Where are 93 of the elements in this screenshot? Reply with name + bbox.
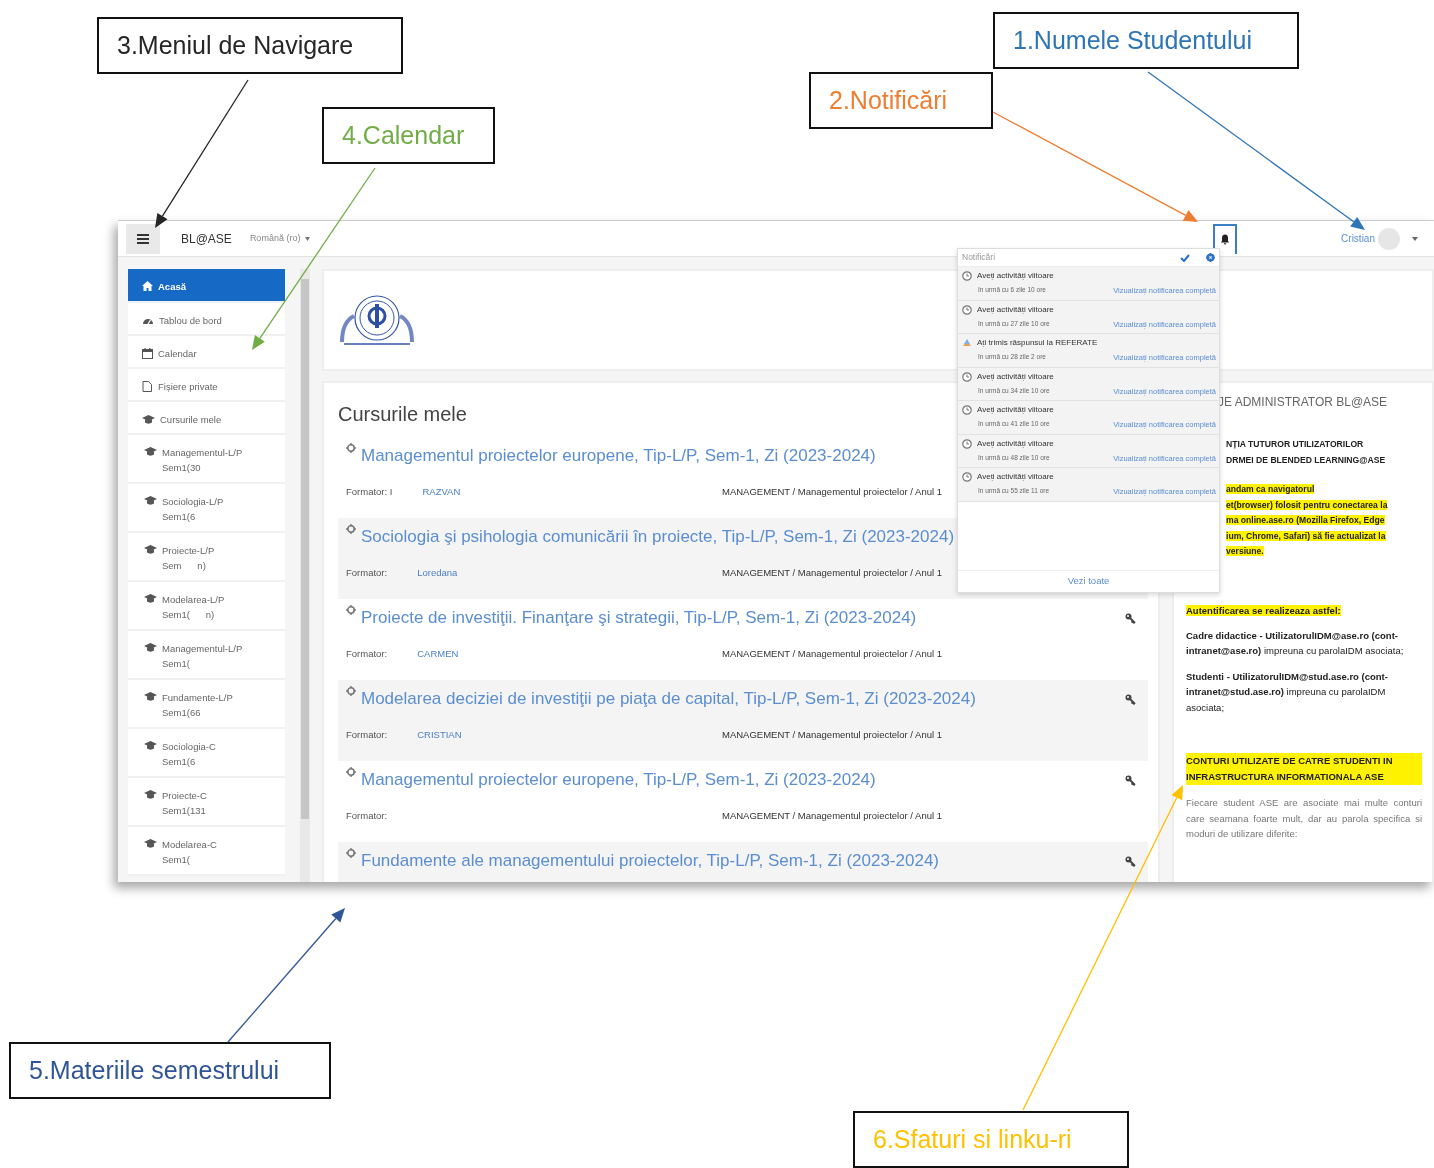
- see-all-link[interactable]: Vezi toate: [1067, 574, 1110, 589]
- course-link[interactable]: Managementul proiectelor europene, Tip-L/P, Sem-1, Zi (2023-2024): [346, 443, 942, 469]
- sidebar-item[interactable]: Modelarea-C Sem1(: [128, 827, 285, 876]
- popover-title: Notificări: [962, 251, 996, 264]
- graduation-cap-icon: [144, 544, 157, 555]
- caret-icon[interactable]: [305, 236, 311, 241]
- sidebar-item[interactable]: Tablou de bord: [128, 303, 285, 336]
- clock-icon: [962, 371, 972, 382]
- clock-icon: [962, 304, 972, 315]
- graduation-cap-icon: [144, 593, 157, 604]
- assignment-icon: [962, 338, 972, 348]
- notification-text: Aveți activități viitoare: [977, 270, 1054, 282]
- sidebar-item[interactable]: Fișiere private: [128, 369, 285, 402]
- paragraph: Cadre didactice - UtilizatorulIDM@ase.ro (cont-intranet@ase.ro) impreuna cu parolaIDM asociata;: [1186, 629, 1404, 657]
- course-category: MANAGEMENT / Managementul proiectelor / Anul 1: [722, 727, 942, 742]
- course-category: MANAGEMENT / Managementul proiectelor / Anul 1: [722, 565, 942, 580]
- calendar-icon: [142, 348, 153, 359]
- home-icon: [142, 281, 153, 292]
- callout-label: 2.Notificări: [809, 72, 993, 129]
- teacher-label: Formator: I: [346, 484, 393, 499]
- callout-label: 5.Materiile semestrului: [9, 1042, 331, 1099]
- graduation-cap-icon: [144, 740, 157, 751]
- clock-icon: [962, 271, 972, 281]
- graduation-cap-icon: [144, 838, 157, 849]
- teacher-label: Formator:: [346, 727, 388, 742]
- menu-icon: [137, 233, 149, 244]
- check-icon[interactable]: [1180, 253, 1190, 262]
- paragraph: Autentificarea se realizeaza astfel:: [1186, 604, 1341, 616]
- sidebar-item[interactable]: Cursurile mele: [128, 402, 285, 435]
- teacher-link[interactable]: RAZVAN: [422, 484, 461, 499]
- site-name[interactable]: BL@ASE: [181, 229, 232, 248]
- clock-icon: [962, 405, 972, 415]
- user-name[interactable]: Cristian: [1341, 231, 1375, 246]
- text-line: DRMEI DE BLENDED LEARNING@ASE: [1226, 454, 1386, 465]
- paragraph: Fiecare student ASE are asociate mai multe conturi care seamana foarte mult, dar au parola specifica si moduri de utilizare diferite:: [1186, 797, 1422, 840]
- teacher-link[interactable]: CARMEN: [417, 646, 459, 661]
- course-link[interactable]: Managementul proiectelor europene, Tip-L/P, Sem-1, Zi (2023-2024): [346, 767, 942, 793]
- course-icon: [346, 443, 357, 454]
- course-icon: [346, 686, 357, 697]
- sidebar-item[interactable]: Managementul-L/P Sem1(30: [128, 435, 285, 484]
- menu-button[interactable]: [126, 223, 160, 254]
- notification-text: Aveți activități viitoare: [977, 471, 1054, 483]
- course-category: MANAGEMENT / Managementul proiectelor / Anul 1: [722, 484, 942, 499]
- sidebar-item[interactable]: Managementul-L/P Sem1(: [128, 631, 285, 680]
- paragraph: Studenti - UtilizatorulIDM@stud.ase.ro (cont-intranet@stud.ase.ro) impreuna cu parolaIDM asociata;: [1186, 670, 1388, 713]
- callout-label: 4.Calendar: [322, 107, 495, 164]
- course-icon: [346, 605, 357, 616]
- notifications-button[interactable]: [1213, 223, 1238, 254]
- course-icon: [346, 524, 357, 535]
- teacher-label: Formator:: [346, 808, 388, 823]
- clock-icon: [962, 472, 972, 482]
- scrollbar[interactable]: [300, 269, 310, 882]
- course-category: MANAGEMENT / Managementul proiectelor / Anul 1: [722, 808, 942, 823]
- notification-text: Ați trimis răspunsul la REFERATE: [977, 337, 1098, 349]
- sidebar-item[interactable]: Calendar: [128, 336, 285, 369]
- text-line: NȚIA TUTUROR UTILIZATORILOR: [1226, 439, 1364, 449]
- sidebar-item[interactable]: Sociologia-C Sem1(6: [128, 729, 285, 778]
- callout-label: 6.Sfaturi si linku-ri: [853, 1111, 1129, 1168]
- sidebar-item[interactable]: Acasă: [128, 269, 285, 303]
- section-heading: Cursurile mele: [338, 402, 467, 427]
- teacher-label: Formator:: [346, 565, 388, 580]
- graduation-cap-icon: [144, 789, 157, 800]
- caret-icon[interactable]: [1412, 236, 1418, 241]
- clock-icon: [962, 438, 972, 449]
- sidebar-item[interactable]: Proiecte-C Sem1(131: [128, 778, 285, 827]
- course-link[interactable]: Proiecte de investiţii. Finanţare şi strategii, Tip-L/P, Sem-1, Zi (2023-2024): [346, 605, 942, 631]
- notification-text: Aveți activități viitoare: [977, 303, 1054, 316]
- scrollbar-thumb[interactable]: [301, 279, 309, 819]
- teacher-link[interactable]: Loredana: [417, 565, 458, 580]
- sidebar-item[interactable]: Modelarea-L/P Sem1( n): [128, 582, 285, 631]
- course-icon: [346, 767, 357, 778]
- callout-label: 1.Numele Studentului: [993, 12, 1299, 69]
- graduation-cap-icon: [144, 495, 157, 506]
- teacher-link[interactable]: CRISTIAN: [417, 727, 462, 742]
- notification-text: Aveți activități viitoare: [977, 437, 1054, 450]
- graduation-cap-icon: [144, 691, 157, 702]
- sidebar-item[interactable]: Sociologia-L/P Sem1(6: [128, 484, 285, 533]
- settings-icon[interactable]: [1206, 253, 1215, 262]
- course-category: MANAGEMENT / Managementul proiectelor / Anul 1: [722, 646, 942, 661]
- paragraph: CONTURI UTILIZATE DE CATRE STUDENTI IN INFRASTRUCTURA INFORMATIONALA ASE: [1186, 753, 1422, 786]
- callout-label: 3.Meniul de Navigare: [97, 17, 403, 74]
- teacher-label: Formator:: [346, 646, 388, 661]
- graduation-cap-icon: [144, 446, 157, 457]
- sidebar-item[interactable]: Fundamente-L/P Sem1(66: [128, 680, 285, 729]
- language-dropdown[interactable]: Română (ro): [249, 231, 301, 246]
- sidebar-item[interactable]: Proiecte-L/P Sem n): [128, 533, 285, 582]
- notification-text: Aveți activități viitoare: [977, 370, 1054, 383]
- course-icon: [346, 848, 357, 859]
- bell-icon: [1220, 234, 1231, 245]
- graduation-cap-icon: [142, 414, 155, 425]
- graduation-cap-icon: [144, 642, 157, 653]
- notification-text: Aveți activități viitoare: [977, 404, 1054, 416]
- file-icon: [142, 381, 153, 392]
